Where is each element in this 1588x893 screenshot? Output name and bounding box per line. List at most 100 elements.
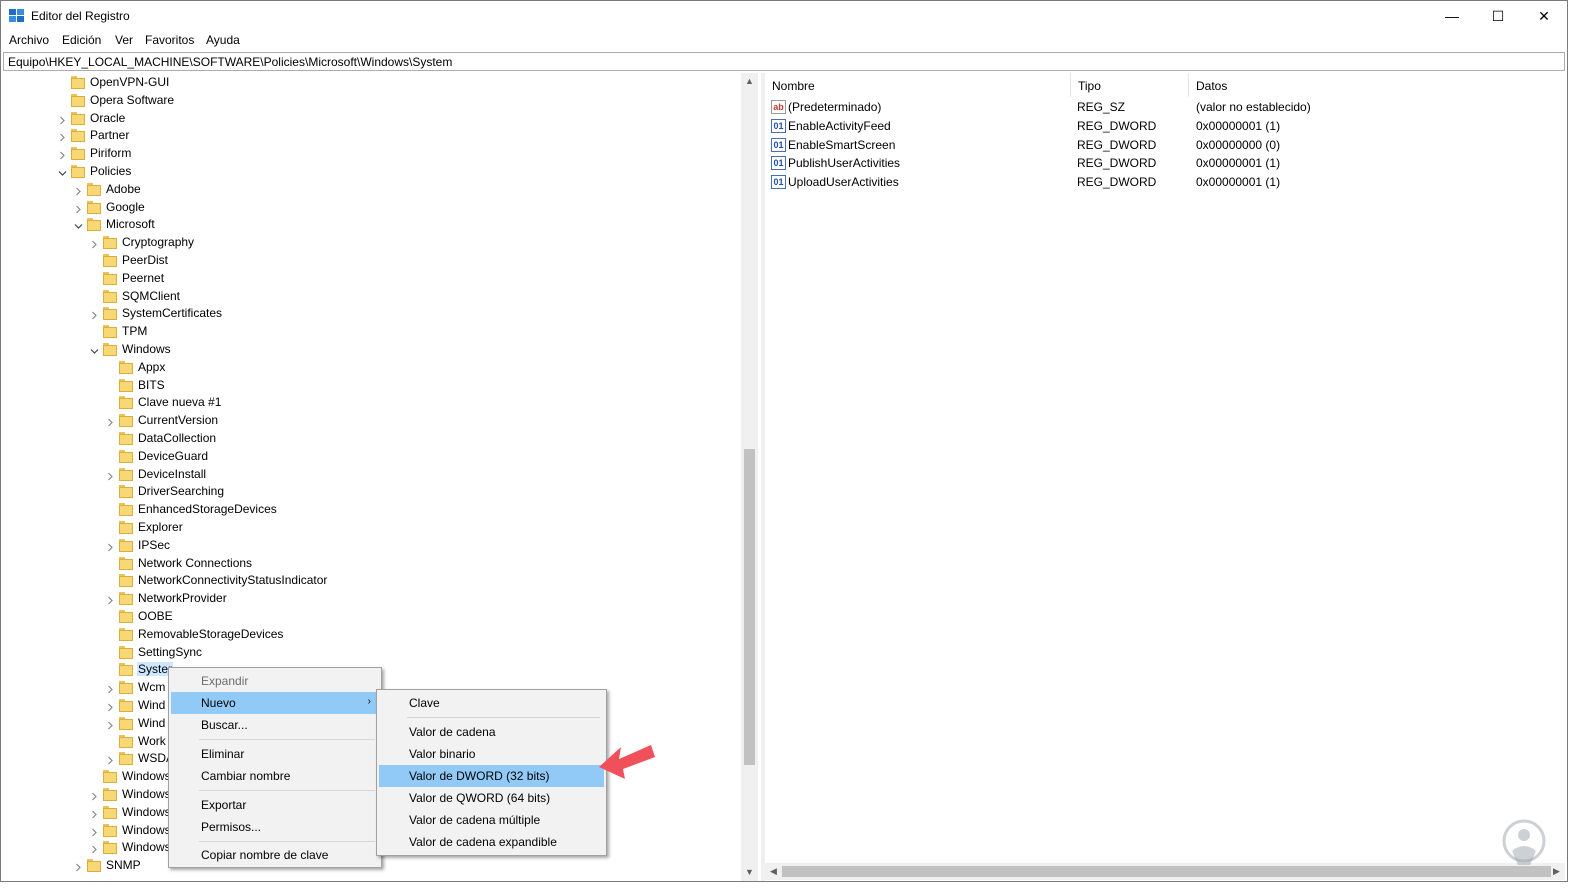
scroll-down-arrow-icon[interactable]: ▼	[741, 864, 758, 881]
tree-node-label[interactable]: Windows	[121, 769, 172, 783]
tree-node[interactable]: Windows	[3, 341, 739, 359]
tree-node[interactable]: Network Connections	[3, 555, 739, 573]
tree-node[interactable]: Cryptography	[3, 234, 739, 252]
registry-value-row[interactable]: ab (Predeterminado) REG_SZ (valor no establ…	[765, 98, 1565, 117]
tree-node-label[interactable]: Wind	[137, 716, 166, 730]
menu-ayuda[interactable]: Ayuda	[206, 33, 240, 47]
tree-node-label[interactable]: Policies	[89, 164, 132, 178]
chevron-right-icon[interactable]	[74, 861, 83, 872]
tree-node-label[interactable]: OpenVPN-GUI	[89, 75, 170, 89]
tree-node-label[interactable]: Cryptography	[121, 235, 195, 249]
tree-node[interactable]: Policies	[3, 163, 739, 181]
tree-node-label[interactable]: EnhancedStorageDevices	[137, 502, 278, 516]
menu-ver[interactable]: Ver	[115, 33, 133, 47]
tree-node-label[interactable]: Windows	[121, 787, 172, 801]
chevron-right-icon[interactable]	[90, 826, 99, 837]
chevron-right-icon[interactable]	[74, 203, 83, 214]
tree-node-label[interactable]: RemovableStorageDevices	[137, 627, 284, 641]
chevron-right-icon[interactable]	[90, 790, 99, 801]
tree-node[interactable]: Oracle	[3, 110, 739, 128]
tree-node[interactable]: Adobe	[3, 181, 739, 199]
tree-node-label[interactable]: Piriform	[89, 146, 132, 160]
tree-node-label[interactable]: Google	[105, 200, 146, 214]
tree-node[interactable]: IPSec	[3, 537, 739, 555]
chevron-right-icon[interactable]	[106, 754, 115, 765]
tree-vertical-scrollbar[interactable]: ▲ ▼	[741, 73, 758, 881]
column-header-name[interactable]: Nombre	[765, 73, 1071, 97]
tree-node[interactable]: SQMClient	[3, 288, 739, 306]
tree-node[interactable]: TPM	[3, 323, 739, 341]
tree-node[interactable]: DataCollection	[3, 430, 739, 448]
registry-value-row[interactable]: 01 UploadUserActivities REG_DWORD 0x0000000…	[765, 173, 1565, 192]
tree-node-label[interactable]: Network Connections	[137, 556, 253, 570]
submenu-item-dword-value[interactable]: Valor de DWORD (32 bits)	[379, 765, 604, 787]
tree-node[interactable]: Microsoft	[3, 216, 739, 234]
submenu-item-qword-value[interactable]: Valor de QWORD (64 bits)	[379, 787, 604, 809]
tree-node[interactable]: DeviceGuard	[3, 448, 739, 466]
tree-node[interactable]: Google	[3, 199, 739, 217]
chevron-right-icon[interactable]	[106, 470, 115, 481]
menu-item-new[interactable]: Nuevo ›	[171, 692, 379, 714]
tree-node-label[interactable]: Peernet	[121, 271, 165, 285]
tree-node-label[interactable]: OOBE	[137, 609, 174, 623]
tree-node-label[interactable]: SystemCertificates	[121, 306, 223, 320]
tree-node[interactable]: Clave nueva #1	[3, 394, 739, 412]
submenu-item-string-value[interactable]: Valor de cadena	[379, 721, 604, 743]
tree-node-label[interactable]: TPM	[121, 324, 148, 338]
tree-node-label[interactable]: DriverSearching	[137, 484, 225, 498]
tree-node-label[interactable]: Windows	[121, 805, 172, 819]
tree-node-label[interactable]: CurrentVersion	[137, 413, 219, 427]
tree-node-label[interactable]: DeviceInstall	[137, 467, 207, 481]
tree-node[interactable]: NetworkConnectivityStatusIndicator	[3, 572, 739, 590]
submenu-item-binary-value[interactable]: Valor binario	[379, 743, 604, 765]
tree-node[interactable]: RemovableStorageDevices	[3, 626, 739, 644]
menu-item-rename[interactable]: Cambiar nombre	[171, 765, 379, 787]
tree-node[interactable]: NetworkProvider	[3, 590, 739, 608]
tree-node-label[interactable]: SQMClient	[121, 289, 181, 303]
menu-item-copy-key-name[interactable]: Copiar nombre de clave	[171, 844, 379, 866]
tree-node[interactable]: PeerDist	[3, 252, 739, 270]
tree-node[interactable]: SystemCertificates	[3, 305, 739, 323]
tree-node-label[interactable]: IPSec	[137, 538, 171, 552]
chevron-right-icon[interactable]	[106, 416, 115, 427]
tree-node[interactable]: Explorer	[3, 519, 739, 537]
tree-node[interactable]: Opera Software	[3, 92, 739, 110]
list-scroll-thumb[interactable]	[782, 866, 1551, 877]
tree-node-label[interactable]: Wcm	[137, 680, 166, 694]
tree-node-label[interactable]: Opera Software	[89, 93, 175, 107]
chevron-right-icon[interactable]	[106, 541, 115, 552]
menu-edicion[interactable]: Edición	[62, 33, 101, 47]
menu-favoritos[interactable]: Favoritos	[145, 33, 194, 47]
menu-item-expand[interactable]: Expandir	[171, 670, 379, 692]
submenu-item-key[interactable]: Clave	[379, 692, 604, 714]
tree-node-label[interactable]: Clave nueva #1	[137, 395, 222, 409]
address-bar[interactable]: Equipo\HKEY_LOCAL_MACHINE\SOFTWARE\Polic…	[3, 52, 1565, 71]
maximize-button[interactable]: ☐	[1475, 1, 1521, 31]
minimize-button[interactable]: —	[1429, 1, 1475, 31]
tree-node[interactable]: BITS	[3, 377, 739, 395]
tree-node-label[interactable]: NetworkConnectivityStatusIndicator	[137, 573, 328, 587]
tree-node[interactable]: Peernet	[3, 270, 739, 288]
tree-node-label[interactable]: Work	[137, 734, 167, 748]
column-header-data[interactable]: Datos	[1189, 73, 1567, 97]
chevron-right-icon[interactable]	[90, 808, 99, 819]
tree-node-label[interactable]: Windows	[121, 840, 172, 854]
tree-node-label[interactable]: SettingSync	[137, 645, 203, 659]
scroll-up-arrow-icon[interactable]: ▲	[741, 73, 758, 90]
tree-node-label[interactable]: DataCollection	[137, 431, 217, 445]
registry-value-row[interactable]: 01 EnableSmartScreen REG_DWORD 0x00000000 (…	[765, 136, 1565, 155]
chevron-right-icon[interactable]	[58, 149, 67, 160]
registry-value-row[interactable]: 01 EnableActivityFeed REG_DWORD 0x00000001 …	[765, 117, 1565, 136]
tree-node-label[interactable]: DeviceGuard	[137, 449, 209, 463]
tree-node-label[interactable]: PeerDist	[121, 253, 169, 267]
list-horizontal-scrollbar[interactable]: ◀ ▶	[765, 863, 1565, 880]
chevron-right-icon[interactable]	[58, 131, 67, 142]
chevron-right-icon[interactable]	[58, 114, 67, 125]
chevron-right-icon[interactable]	[106, 701, 115, 712]
close-button[interactable]: ✕	[1521, 1, 1567, 31]
tree-node-label[interactable]: NetworkProvider	[137, 591, 228, 605]
menu-archivo[interactable]: Archivo	[9, 33, 49, 47]
tree-node-label[interactable]: Appx	[137, 360, 166, 374]
tree-node-label[interactable]: Explorer	[137, 520, 184, 534]
tree-node[interactable]: Piriform	[3, 145, 739, 163]
